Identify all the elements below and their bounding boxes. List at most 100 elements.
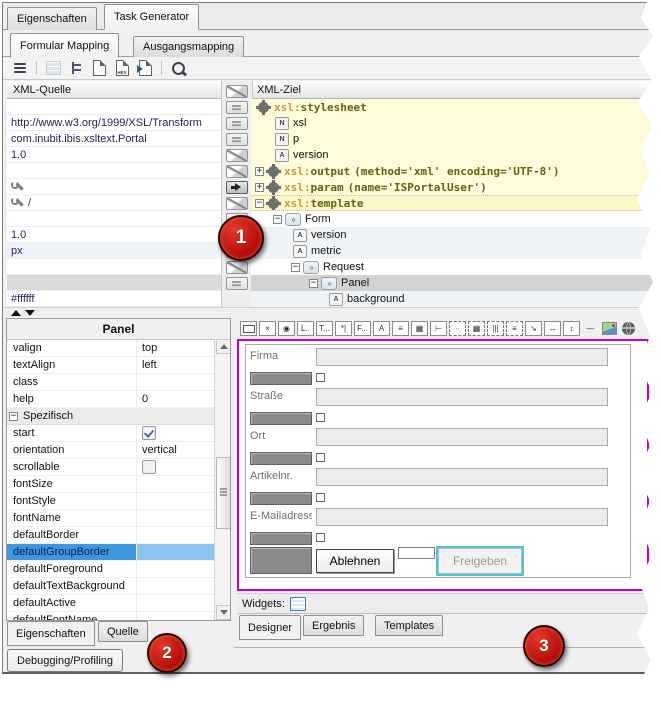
tree-view-icon[interactable] bbox=[67, 60, 85, 77]
form-checkbox[interactable] bbox=[316, 493, 325, 502]
tree-row-panel[interactable]: −‹›Panel bbox=[251, 275, 656, 291]
hidden-label-bar[interactable] bbox=[250, 532, 312, 545]
reject-button[interactable]: Ablehnen bbox=[316, 549, 394, 573]
property-row[interactable]: orientationvertical bbox=[7, 442, 230, 459]
checkbox-icon[interactable]: × bbox=[259, 321, 276, 336]
form-checkbox[interactable] bbox=[316, 413, 325, 422]
form-textfield[interactable] bbox=[316, 468, 608, 486]
menu-icon[interactable] bbox=[11, 60, 29, 77]
scroll-up-icon[interactable] bbox=[216, 339, 231, 354]
tree-row-output[interactable]: +xsl:output(method='xml' encoding='UTF-8… bbox=[251, 163, 656, 179]
hex-document-icon[interactable]: HEX bbox=[113, 60, 131, 77]
property-row[interactable]: defaultFontName bbox=[7, 612, 230, 621]
approve-button[interactable]: Freigeben bbox=[438, 548, 522, 574]
document-icon[interactable] bbox=[90, 60, 108, 77]
collapse-icon[interactable]: − bbox=[309, 279, 318, 288]
expand-icon[interactable]: + bbox=[255, 183, 264, 192]
tree-row-stylesheet[interactable]: xsl:stylesheet bbox=[251, 99, 656, 115]
property-row[interactable]: defaultBorder bbox=[7, 527, 230, 544]
hidden-label-bar[interactable] bbox=[250, 492, 312, 505]
list-icon[interactable]: ≡ bbox=[392, 321, 409, 336]
column-layout-icon[interactable]: ||| bbox=[487, 321, 504, 336]
splitter-collapse-up-icon[interactable] bbox=[11, 310, 21, 316]
grid-layout-icon[interactable]: ▦ bbox=[468, 321, 485, 336]
property-row[interactable]: fontSize bbox=[7, 476, 230, 493]
source-row[interactable]: #ffffff bbox=[7, 291, 221, 307]
tree-icon[interactable]: ⊢ bbox=[430, 321, 447, 336]
tab-eigenschaften-bottom[interactable]: Eigenschaften bbox=[7, 621, 95, 646]
property-row[interactable]: fontName bbox=[7, 510, 230, 527]
mapping-button[interactable] bbox=[226, 117, 248, 130]
source-row[interactable] bbox=[7, 163, 221, 179]
checkbox-unchecked[interactable] bbox=[142, 460, 156, 474]
formatted-field-icon[interactable]: F... bbox=[354, 321, 371, 336]
tree-row-attr[interactable]: Aversion bbox=[251, 227, 656, 243]
property-row[interactable]: defaultActive bbox=[7, 595, 230, 612]
tab-ausgangsmapping[interactable]: Ausgangsmapping bbox=[133, 36, 244, 57]
source-row[interactable] bbox=[7, 179, 221, 195]
form-checkbox[interactable] bbox=[316, 453, 325, 462]
source-row[interactable]: / bbox=[7, 195, 221, 211]
tab-eigenschaften[interactable]: Eigenschaften bbox=[7, 7, 97, 30]
hidden-label-bar[interactable] bbox=[250, 412, 312, 425]
tree-row-attr[interactable]: Abackground bbox=[251, 291, 656, 307]
property-row[interactable]: class bbox=[7, 374, 230, 391]
collapse-icon[interactable]: − bbox=[9, 412, 18, 421]
separator-icon[interactable]: — bbox=[582, 321, 599, 336]
horizontal-splitter[interactable] bbox=[3, 307, 655, 316]
property-row[interactable]: textAlignleft bbox=[7, 357, 230, 374]
source-row[interactable]: px bbox=[7, 243, 221, 259]
mapping-button[interactable] bbox=[226, 197, 248, 210]
row-layout-icon[interactable]: ≡ bbox=[506, 321, 523, 336]
property-row[interactable]: valigntop bbox=[7, 340, 230, 357]
mapping-button[interactable] bbox=[226, 101, 248, 114]
diagonal-resize-icon[interactable]: ↘ bbox=[525, 321, 542, 336]
mapping-button[interactable] bbox=[226, 85, 248, 98]
debugging-profiling-button[interactable]: Debugging/Profiling bbox=[7, 649, 123, 672]
image-icon[interactable] bbox=[601, 321, 618, 336]
source-row[interactable] bbox=[7, 275, 221, 291]
collapse-icon[interactable]: − bbox=[291, 263, 300, 272]
selection-area-icon[interactable]: ∙∙ bbox=[449, 321, 466, 336]
form-checkbox[interactable] bbox=[316, 373, 325, 382]
radio-icon[interactable]: ◉ bbox=[278, 321, 295, 336]
checkbox-checked[interactable] bbox=[142, 426, 156, 440]
mapping-button[interactable] bbox=[226, 133, 248, 146]
textfield-icon[interactable] bbox=[240, 321, 257, 336]
hresize-icon[interactable]: ↔ bbox=[544, 321, 561, 336]
property-scrollbar[interactable] bbox=[214, 339, 230, 620]
property-section-row[interactable]: −Spezifisch bbox=[7, 408, 230, 425]
property-row-selected[interactable]: defaultGroupBorder bbox=[7, 544, 230, 561]
hidden-label-bar[interactable] bbox=[250, 372, 312, 385]
property-row[interactable]: help0 bbox=[7, 391, 230, 408]
tab-ergebnis[interactable]: Ergebnis bbox=[303, 615, 364, 636]
source-row[interactable]: http://www.w3.org/1999/XSL/Transform bbox=[7, 115, 221, 131]
tree-row-attr[interactable]: Np bbox=[251, 131, 656, 147]
globe-icon[interactable] bbox=[620, 321, 637, 336]
source-row[interactable]: 1.0 bbox=[7, 147, 221, 163]
textarea-icon[interactable]: A bbox=[373, 321, 390, 336]
hidden-label-bar[interactable] bbox=[250, 452, 312, 465]
mapping-button[interactable] bbox=[226, 165, 248, 178]
form-checkbox[interactable] bbox=[316, 533, 325, 542]
source-row[interactable] bbox=[7, 259, 221, 275]
form-textfield[interactable] bbox=[316, 428, 608, 446]
widget-table-icon[interactable] bbox=[290, 597, 306, 611]
label-icon[interactable]: L.. bbox=[297, 321, 314, 336]
mapping-button[interactable] bbox=[226, 261, 248, 274]
form-textfield[interactable] bbox=[316, 348, 608, 366]
collapse-icon[interactable]: − bbox=[273, 215, 282, 224]
mapping-arrow-button[interactable] bbox=[226, 181, 248, 194]
tree-row-template[interactable]: −xsl:template bbox=[251, 195, 656, 211]
property-row[interactable]: fontStyle bbox=[7, 493, 230, 510]
mapping-button[interactable] bbox=[226, 277, 248, 290]
property-row[interactable]: defaultTextBackground bbox=[7, 578, 230, 595]
tab-formular-mapping[interactable]: Formular Mapping bbox=[10, 33, 119, 58]
search-icon[interactable] bbox=[169, 60, 187, 77]
splitter-collapse-down-icon[interactable] bbox=[25, 310, 35, 316]
tree-row-form[interactable]: −‹›Form bbox=[251, 211, 656, 227]
table-view-icon[interactable] bbox=[44, 60, 62, 77]
source-row[interactable]: 1.0 bbox=[7, 227, 221, 243]
tab-task-generator[interactable]: Task Generator bbox=[104, 4, 199, 30]
mapping-button[interactable] bbox=[226, 149, 248, 162]
